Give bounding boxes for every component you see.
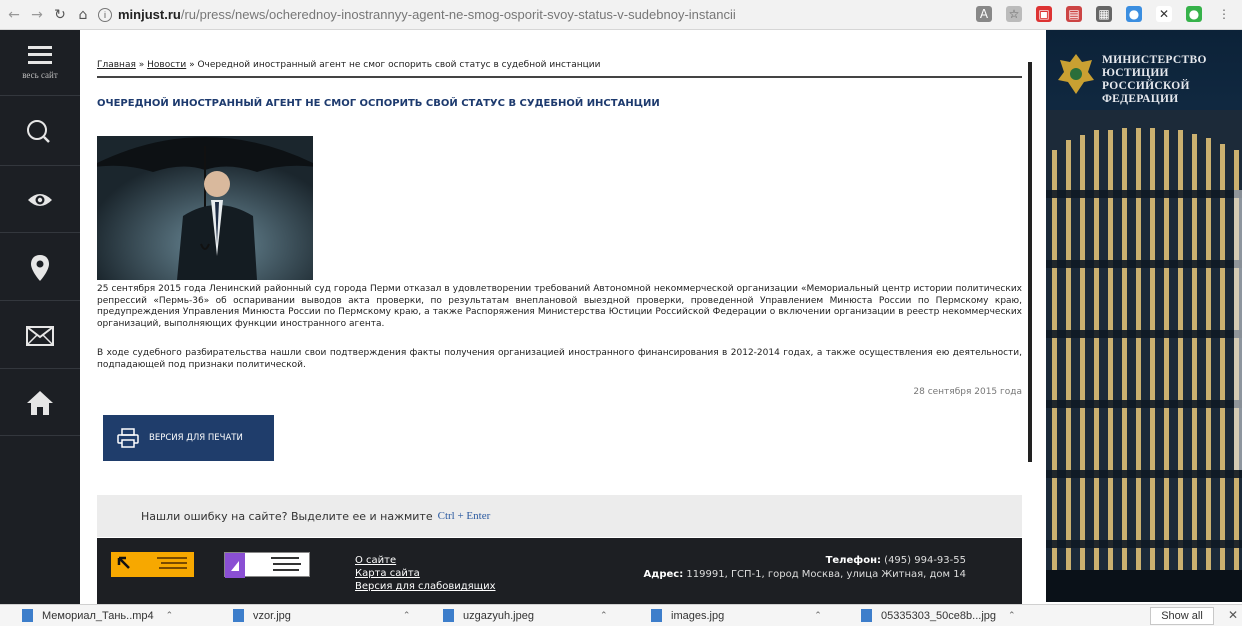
- eye-icon: [28, 193, 52, 206]
- bookmark-star-icon[interactable]: ☆: [1006, 6, 1022, 22]
- banner-title-line: РОССИЙСКОЙ: [1102, 80, 1190, 92]
- footer-contacts: Телефон: (495) 994-93-55 Адрес: 119991, …: [644, 554, 966, 582]
- download-filename: vzor.jpg: [253, 609, 291, 622]
- chevron-up-icon[interactable]: ⌃: [166, 610, 174, 621]
- extension-red-icon[interactable]: ▣: [1036, 6, 1052, 22]
- address-bar[interactable]: i minjust.ru /ru/press/news/ocherednoy-i…: [98, 4, 736, 26]
- footer-address-value: 119991, ГСП-1, город Москва, улица Житна…: [686, 569, 966, 580]
- breadcrumb: Главная » Новости » Очередной иностранны…: [97, 60, 600, 70]
- download-item[interactable]: 05335303_50ce8b...jpg ⌃: [861, 609, 1016, 622]
- back-icon[interactable]: ←: [5, 6, 23, 24]
- banner-title: МИНИСТЕРСТВО ЮСТИЦИИ РОССИЙСКОЙ ФЕДЕРАЦИ…: [1102, 54, 1207, 106]
- footer-phone-value: (495) 994-93-55: [884, 555, 966, 566]
- article-photo: [97, 136, 313, 280]
- site-info-icon[interactable]: i: [98, 7, 112, 22]
- print-version-button[interactable]: версия для печати: [103, 415, 274, 461]
- partner-badge-yellow[interactable]: [111, 552, 194, 577]
- download-item[interactable]: Мемориал_Тань..mp4 ⌃: [22, 609, 173, 622]
- ministry-banner[interactable]: МИНИСТЕРСТВО ЮСТИЦИИ РОССИЙСКОЙ ФЕДЕРАЦИ…: [1046, 30, 1242, 602]
- file-icon: [861, 609, 872, 622]
- banner-title-line: ФЕДЕРАЦИИ: [1102, 93, 1179, 105]
- sidebar-menu-label: весь сайт: [22, 69, 58, 80]
- download-filename: uzgazyuh.jpeg: [463, 609, 534, 622]
- error-report-text: Нашли ошибку на сайте? Выделите ее и наж…: [141, 509, 433, 523]
- download-item[interactable]: vzor.jpg ⌃: [233, 609, 410, 622]
- breadcrumb-divider: [97, 76, 1022, 78]
- file-icon: [22, 609, 33, 622]
- reload-icon[interactable]: ↻: [51, 6, 69, 24]
- chevron-up-icon[interactable]: ⌃: [600, 610, 608, 621]
- sidebar-home-button[interactable]: [0, 370, 80, 436]
- extension-green-icon[interactable]: ●: [1186, 6, 1202, 22]
- visitor-counter-badge[interactable]: [224, 552, 310, 578]
- footer-address-label: Адрес:: [643, 569, 684, 580]
- forward-icon[interactable]: →: [28, 6, 46, 24]
- download-filename: Мемориал_Тань..mp4: [42, 609, 154, 622]
- chevron-up-icon[interactable]: ⌃: [1008, 610, 1016, 621]
- extension-box-icon[interactable]: ▦: [1096, 6, 1112, 22]
- footer-link-sitemap[interactable]: Карта сайта: [355, 567, 496, 580]
- sidebar-menu-button[interactable]: весь сайт: [0, 30, 80, 96]
- house-icon: [27, 390, 53, 415]
- article-paragraph: 25 сентября 2015 года Ленинский районный…: [97, 284, 1022, 329]
- url-host: minjust.ru: [118, 7, 181, 22]
- home-icon[interactable]: ⌂: [74, 6, 92, 24]
- chevron-up-icon[interactable]: ⌃: [403, 610, 411, 621]
- sidebar-mail-button[interactable]: [0, 303, 80, 369]
- download-filename: images.jpg: [671, 609, 725, 622]
- ministry-emblem-icon: [1058, 54, 1094, 94]
- breadcrumb-home-link[interactable]: Главная: [97, 60, 136, 70]
- error-report-shortcut: Ctrl + Enter: [437, 510, 491, 522]
- content-scrollbar[interactable]: [1028, 62, 1032, 462]
- footer-link-low-vision[interactable]: Версия для слабовидящих: [355, 580, 496, 593]
- banner-title-line: МИНИСТЕРСТВО: [1102, 54, 1207, 66]
- hamburger-icon: [28, 45, 52, 64]
- url-path: /ru/press/news/ocherednoy-inostrannyy-ag…: [180, 7, 736, 22]
- site-footer: О сайте Карта сайта Версия для слабовидя…: [97, 538, 1022, 604]
- breadcrumb-current: Очередной иностранный агент не смог оспо…: [197, 60, 601, 70]
- sidebar-search-button[interactable]: [0, 100, 80, 166]
- banner-title-line: ЮСТИЦИИ: [1102, 67, 1169, 79]
- map-pin-icon: [31, 254, 49, 281]
- mail-icon: [26, 325, 54, 346]
- show-all-downloads-button[interactable]: Show all: [1150, 607, 1214, 625]
- download-item[interactable]: images.jpg ⌃: [651, 609, 822, 622]
- print-version-label: версия для печати: [149, 433, 243, 443]
- breadcrumb-news-link[interactable]: Новости: [147, 60, 186, 70]
- file-icon: [233, 609, 244, 622]
- article-title: ОЧЕРЕДНОЙ ИНОСТРАННЫЙ АГЕНТ НЕ СМОГ ОСПО…: [97, 98, 660, 109]
- printer-icon: [117, 428, 139, 448]
- main-content: Главная » Новости » Очередной иностранны…: [80, 30, 1046, 604]
- close-icon[interactable]: ✕: [1228, 608, 1238, 622]
- left-sidebar: весь сайт: [0, 30, 80, 604]
- extension-pdf-icon[interactable]: ▤: [1066, 6, 1082, 22]
- breadcrumb-separator: »: [186, 60, 198, 70]
- footer-link-about[interactable]: О сайте: [355, 554, 496, 567]
- breadcrumb-separator: »: [135, 60, 148, 70]
- file-icon: [443, 609, 454, 622]
- search-icon: [27, 119, 50, 143]
- sidebar-location-button[interactable]: [0, 235, 80, 301]
- footer-links: О сайте Карта сайта Версия для слабовидя…: [355, 554, 496, 593]
- browser-menu-icon[interactable]: ⋮: [1216, 6, 1232, 22]
- article-paragraph: В ходе судебного разбирательства нашли с…: [97, 348, 1022, 370]
- extension-blue-icon[interactable]: ●: [1126, 6, 1142, 22]
- footer-address: Адрес: 119991, ГСП-1, город Москва, улиц…: [644, 568, 966, 582]
- translate-icon[interactable]: A: [976, 6, 992, 22]
- browser-toolbar: ← → ↻ ⌂ i minjust.ru /ru/press/news/oche…: [0, 0, 1242, 30]
- error-report-bar: Нашли ошибку на сайте? Выделите ее и наж…: [97, 495, 1022, 537]
- ministry-building-image: [1046, 110, 1242, 602]
- article-date: 28 сентября 2015 года: [913, 387, 1022, 397]
- extension-icons: A ☆ ▣ ▤ ▦ ● ✕ ● ⋮: [976, 6, 1232, 22]
- footer-phone: Телефон: (495) 994-93-55: [644, 554, 966, 568]
- extension-tool-icon[interactable]: ✕: [1156, 6, 1172, 22]
- sidebar-accessibility-button[interactable]: [0, 167, 80, 233]
- download-item[interactable]: uzgazyuh.jpeg ⌃: [443, 609, 608, 622]
- file-icon: [651, 609, 662, 622]
- download-filename: 05335303_50ce8b...jpg: [881, 609, 996, 622]
- downloads-bar: Мемориал_Тань..mp4 ⌃ vzor.jpg ⌃ uzgazyuh…: [0, 604, 1242, 626]
- chevron-up-icon[interactable]: ⌃: [814, 610, 822, 621]
- footer-phone-label: Телефон:: [825, 555, 881, 566]
